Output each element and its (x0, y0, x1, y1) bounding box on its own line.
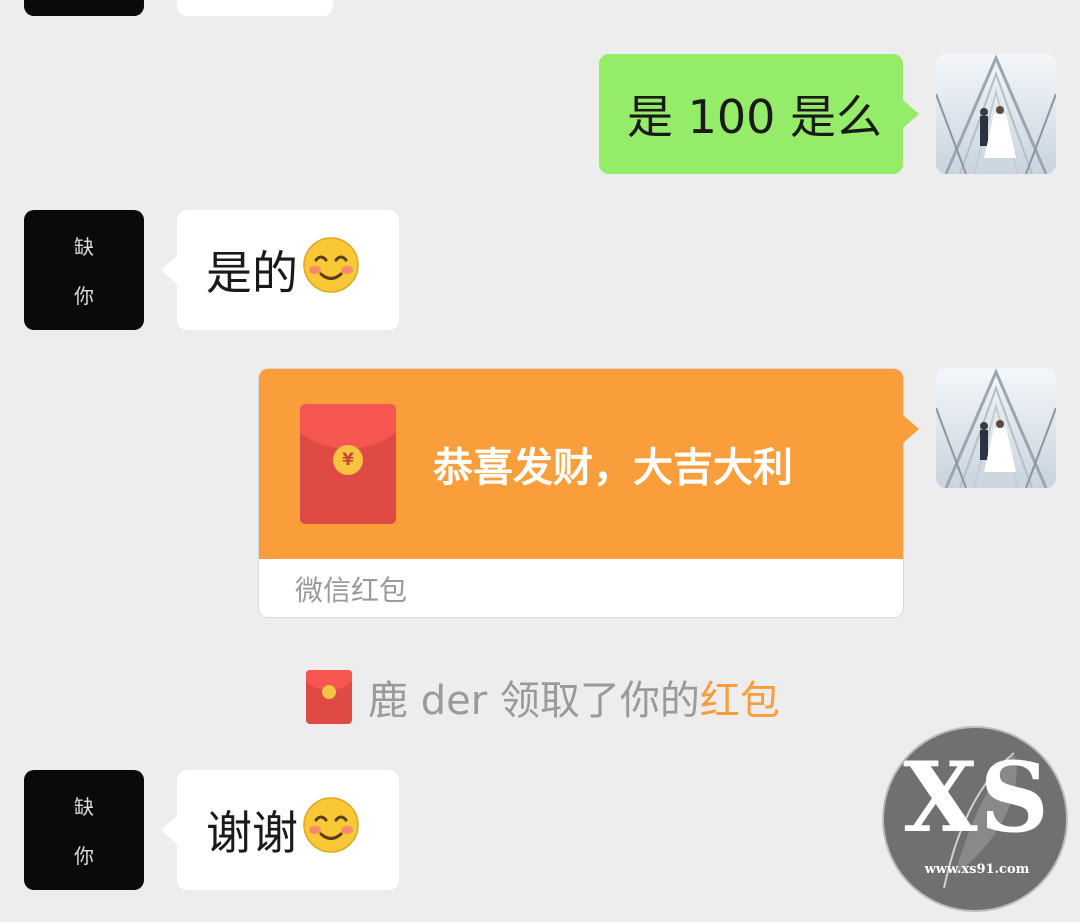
smiling-face-icon (302, 796, 360, 865)
message-text: 是的 (206, 246, 298, 300)
wedding-photo-icon (936, 54, 1056, 174)
red-packet-link[interactable]: 红包 (700, 668, 780, 726)
message-text: 谢谢 (206, 806, 298, 860)
message-bubble-received[interactable]: 是的 (161, 210, 399, 330)
bubble-tail (903, 100, 919, 128)
contact-avatar-partial[interactable] (24, 0, 144, 16)
red-envelope-icon: ¥ (300, 404, 396, 524)
message-bubble-received[interactable]: 谢谢 (161, 770, 399, 890)
red-packet-received-notice: 鹿 der 领取了你的 红包 (306, 668, 780, 726)
red-packet-header: ¥ 恭喜发财，大吉大利 (259, 369, 903, 559)
red-envelope-icon (306, 670, 352, 724)
red-packet-brand: 微信红包 (295, 574, 408, 607)
message-bubble-partial[interactable] (177, 0, 333, 16)
my-avatar[interactable] (936, 368, 1056, 488)
wedding-photo-icon (936, 368, 1056, 488)
avatar-glyph: 缺 (74, 235, 94, 259)
bubble-tail (161, 816, 177, 844)
yuan-coin-icon: ¥ (333, 445, 363, 475)
notice-text: 鹿 der 领取了你的 (368, 678, 700, 724)
avatar-glyph: 你 (74, 844, 94, 868)
watermark-url: www.xs91.com (924, 862, 1030, 877)
message-bubble-sent[interactable]: 是 100 是么 (599, 54, 919, 174)
contact-avatar[interactable]: 缺 你 (24, 770, 144, 890)
watermark-logo: XS www.xs91.com (882, 726, 1068, 912)
smiling-face-icon (302, 236, 360, 305)
avatar-glyph: 你 (74, 284, 94, 308)
red-packet-title: 恭喜发财，大吉大利 (433, 445, 793, 491)
watermark-letters: XS (903, 741, 1051, 854)
contact-avatar[interactable]: 缺 你 (24, 210, 144, 330)
message-text: 是 100 是么 (627, 90, 883, 144)
avatar-glyph: 缺 (74, 795, 94, 819)
my-avatar[interactable] (936, 54, 1056, 174)
bubble-tail (161, 256, 177, 284)
bubble-tail (903, 415, 919, 443)
red-packet-card[interactable]: ¥ 恭喜发财，大吉大利 微信红包 (258, 368, 919, 618)
